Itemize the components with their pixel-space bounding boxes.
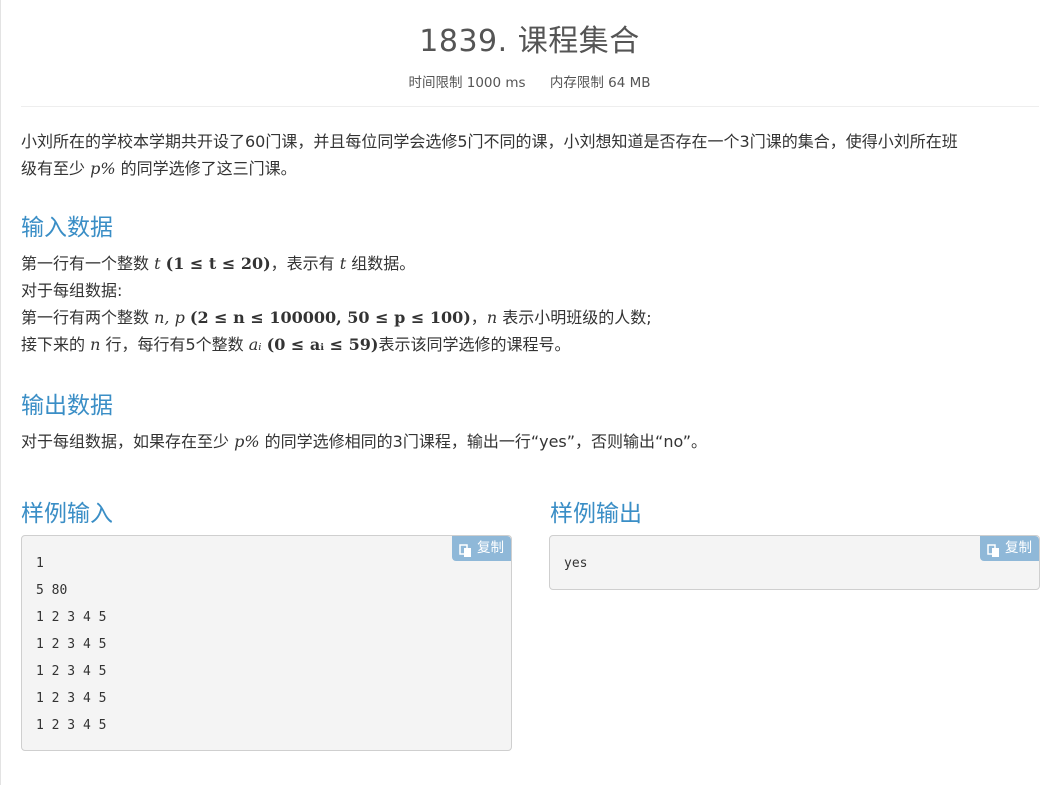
- copy-output-button[interactable]: 复制: [980, 536, 1039, 561]
- time-limit: 时间限制 1000 ms: [408, 75, 526, 91]
- copy-output-label: 复制: [1005, 540, 1032, 556]
- math-p-percent: p%: [90, 159, 116, 178]
- input-heading: 输入数据: [21, 215, 113, 241]
- input-line-2: 对于每组数据:: [21, 281, 123, 300]
- sample-input-content: 1 5 80 1 2 3 4 5 1 2 3 4 5 1 2 3 4 5 1 2…: [36, 556, 107, 733]
- problem-description: 小刘所在的学校本学期共开设了60门课，并且每位同学会选修5门不同的课，小刘想知道…: [21, 128, 1043, 182]
- input-line-3: 第一行有两个整数 n, p (2 ≤ n ≤ 100000, 50 ≤ p ≤ …: [21, 308, 652, 327]
- copy-input-label: 复制: [477, 540, 504, 556]
- copy-input-button[interactable]: 复制: [452, 536, 511, 561]
- problem-card: 1839. 课程集合 时间限制 1000 ms 内存限制 64 MB 小刘所在的…: [0, 0, 1057, 785]
- copy-icon: [459, 542, 473, 557]
- description-line-1: 小刘所在的学校本学期共开设了60门课，并且每位同学会选修5门不同的课，小刘想知道…: [21, 132, 958, 151]
- sample-output-heading: 样例输出: [550, 501, 642, 527]
- copy-icon: [987, 542, 1001, 557]
- description-line-2: 级有至少 p% 的同学选修了这三门课。: [21, 159, 297, 178]
- sample-output-box: yes 复制: [549, 535, 1040, 590]
- input-line-4: 接下来的 n 行，每行有5个整数 aᵢ (0 ≤ aᵢ ≤ 59)表示该同学选修…: [21, 335, 571, 354]
- sample-input-heading: 样例输入: [21, 501, 113, 527]
- sample-output-content: yes: [564, 556, 588, 571]
- output-description: 对于每组数据，如果存在至少 p% 的同学选修相同的3门课程，输出一行“yes”，…: [21, 428, 1043, 455]
- output-heading: 输出数据: [21, 393, 113, 419]
- input-description: 第一行有一个整数 t (1 ≤ t ≤ 20)，表示有 t 组数据。 对于每组数…: [21, 250, 1043, 358]
- problem-title: 1839. 课程集合: [419, 24, 640, 59]
- input-line-1: 第一行有一个整数 t (1 ≤ t ≤ 20)，表示有 t 组数据。: [21, 254, 416, 273]
- divider: [21, 106, 1039, 107]
- problem-limits: 时间限制 1000 ms 内存限制 64 MB: [1, 71, 1057, 91]
- output-line-1: 对于每组数据，如果存在至少 p% 的同学选修相同的3门课程，输出一行“yes”，…: [21, 432, 707, 451]
- memory-limit: 内存限制 64 MB: [549, 75, 651, 91]
- sample-input-box: 1 5 80 1 2 3 4 5 1 2 3 4 5 1 2 3 4 5 1 2…: [21, 535, 512, 751]
